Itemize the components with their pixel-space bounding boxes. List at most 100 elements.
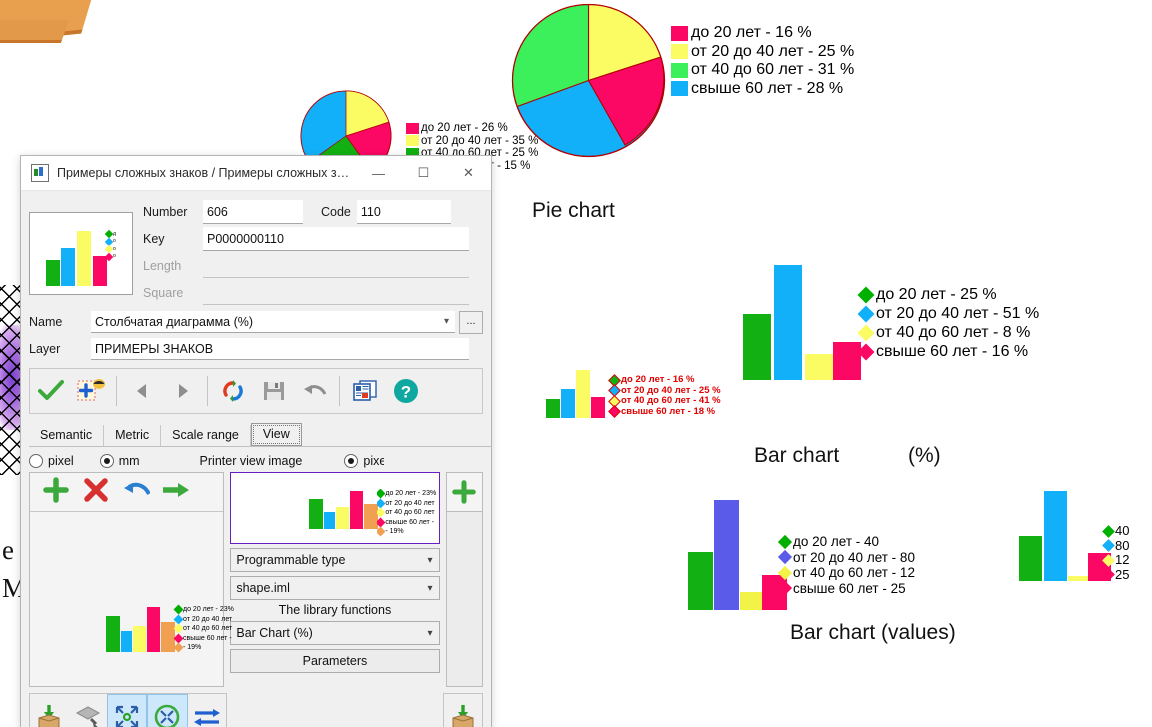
legend-label: д [113, 230, 116, 237]
bar-green [46, 259, 60, 286]
square-input[interactable] [203, 280, 469, 305]
tab-bar[interactable]: Semantic Metric Scale range View [29, 422, 491, 447]
refresh-button[interactable] [212, 370, 253, 412]
tab-view[interactable]: View [250, 423, 302, 446]
legend-item: от 20 до 40 лет - 80 [777, 549, 915, 566]
radio-dot [99, 454, 114, 468]
radio-dot [344, 454, 359, 468]
next-icon [178, 384, 188, 398]
bar-values-compact-legend: 40 80 12 25 [1102, 523, 1129, 582]
code-input[interactable] [356, 199, 451, 224]
left-pane-canvas[interactable]: до 20 лет - 23% от 20 до 40 лет от 40 до… [30, 512, 234, 686]
programmable-type-combo[interactable]: Programmable type ▾ [230, 548, 440, 572]
add-button[interactable] [36, 476, 76, 508]
save-button[interactable] [253, 370, 294, 412]
key-row: Key [143, 226, 491, 251]
bar-yellow [336, 507, 350, 529]
legend-diamond-pink [608, 405, 621, 419]
apply-arrow-button[interactable] [156, 480, 196, 505]
middle-pane: до 20 лет - 23% от 20 до 40 лет от 40 до… [230, 472, 440, 687]
properties-window[interactable]: Примеры сложных знаков / Примеры сложных… [20, 155, 492, 727]
legend-diamond-pink [777, 581, 793, 596]
number-input[interactable] [203, 199, 303, 224]
undo-button[interactable] [294, 370, 335, 412]
legend-item: о [104, 245, 116, 254]
radio-mm-left[interactable]: mm [99, 454, 140, 468]
code-label: Code [321, 204, 351, 219]
add-object-button[interactable] [71, 370, 112, 412]
parameters-button[interactable]: Parameters [230, 649, 440, 673]
layer-value: ПРИМЕРЫ ЗНАКОВ [95, 341, 214, 356]
right-pane-add-button[interactable] [445, 472, 483, 512]
bar-green [1019, 536, 1042, 581]
window-buttons[interactable]: — ☐ ✕ [356, 156, 491, 190]
bottom-spacer [227, 693, 437, 727]
tab-semantic[interactable]: Semantic [29, 425, 105, 446]
name-browse-button[interactable]: ... [459, 310, 483, 334]
library-file-combo[interactable]: shape.iml ▾ [230, 576, 440, 600]
programmable-type-value: Programmable type [236, 553, 346, 567]
tab-metric[interactable]: Metric [104, 425, 162, 446]
tab-scale-range[interactable]: Scale range [161, 425, 251, 446]
import-button[interactable] [30, 695, 68, 727]
window-titlebar[interactable]: Примеры сложных знаков / Примеры сложных… [21, 156, 491, 191]
export-button[interactable] [68, 695, 106, 727]
pie-large-svg [511, 3, 666, 158]
undo-arrow-button[interactable] [116, 479, 156, 506]
legend-item: свыше 60 лет - [173, 633, 234, 644]
delete-button[interactable] [76, 477, 116, 508]
radio-pixel-right[interactable]: pixel [344, 454, 384, 468]
plus-icon [43, 476, 69, 503]
fit-contract-button[interactable] [147, 694, 188, 727]
layer-field[interactable]: ПРИМЕРЫ ЗНАКОВ [91, 338, 469, 360]
units-row[interactable]: pixel mm Printer view image pixel [21, 454, 491, 468]
legend-label: до 20 лет - 16 % [621, 374, 695, 385]
square-label: Square [143, 285, 184, 300]
left-pane-toolbar[interactable] [30, 473, 224, 512]
report-button[interactable] [344, 370, 385, 412]
legend-label: от 20 до 40 лет - 80 [793, 549, 915, 565]
radio-pixel-left[interactable]: pixel [29, 454, 74, 468]
legend-diamond-green [857, 286, 875, 303]
bottom-right-import-button[interactable] [443, 693, 483, 727]
apply-check-button[interactable] [30, 370, 71, 412]
identity-fields: Number Code Key Length Square [143, 199, 491, 307]
length-input[interactable] [203, 253, 469, 278]
legend-label: свыше 60 лет - 28 % [691, 79, 844, 97]
legend-item: д [104, 230, 116, 239]
legend-diamond-pink [104, 252, 114, 261]
key-input[interactable] [203, 226, 469, 251]
toolbar-separator [116, 376, 117, 406]
minimize-button[interactable]: — [356, 156, 401, 190]
legend-label: от 40 до 60 лет - 8 % [876, 324, 1031, 341]
next-button[interactable] [162, 370, 203, 412]
legend-item: - 19% [173, 642, 234, 653]
previous-button[interactable] [121, 370, 162, 412]
legend-label: от 40 до 60 лет - 31 % [691, 61, 855, 78]
bar-dialog-preview5-legend: до 20 лет - 23% от 20 до 40 лет от 40 до… [173, 604, 234, 653]
name-combo[interactable]: Столбчатая диаграмма (%) ▾ [91, 311, 455, 333]
window-toolbar[interactable]: ? [29, 368, 483, 414]
legend-label: от 40 до 60 лет - 41 % [621, 395, 721, 406]
legend-label: свыше 60 лет - 25 [793, 580, 906, 596]
legend-item: от 40 до 60 лет - 31 % [671, 61, 854, 80]
close-button[interactable]: ✕ [446, 156, 491, 190]
legend-diamond-orange [173, 642, 184, 653]
app-icon [31, 164, 49, 182]
swap-button[interactable] [188, 695, 226, 727]
right-pane-list[interactable] [445, 512, 483, 687]
legend-item: свыше 60 лет - 18 % [608, 405, 721, 419]
printer-view-image[interactable]: до 20 лет - 23% от 20 до 40 лет от 40 до… [230, 472, 440, 544]
add-stamp-icon [77, 379, 105, 401]
legend-label: от 20 до 40 лет - 51 % [876, 305, 1040, 322]
fit-expand-button[interactable] [106, 694, 148, 727]
legend-swatch-yellow [671, 44, 688, 60]
maximize-button[interactable]: ☐ [401, 156, 446, 190]
legend-label: от 40 до 60 лет - 12 [793, 565, 915, 580]
bottom-left-tools[interactable] [29, 693, 227, 727]
legend-label: свыше 60 лет - 16 % [876, 343, 1029, 360]
help-button[interactable]: ? [385, 370, 426, 412]
legend-item: до 20 лет - 25 % [857, 285, 1039, 304]
library-function-combo[interactable]: Bar Chart (%) ▾ [230, 621, 440, 645]
bottom-toolbar[interactable] [29, 693, 483, 727]
